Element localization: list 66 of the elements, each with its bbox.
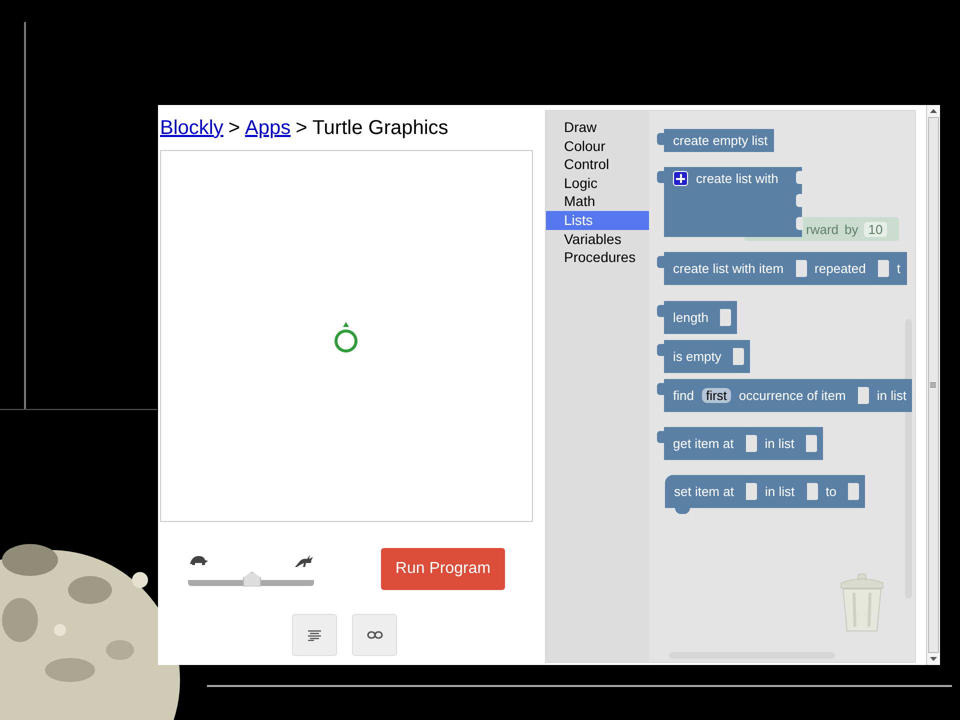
toolbox-category[interactable]: Control [546, 155, 649, 174]
connector-tab [675, 508, 690, 514]
block-label: set item at [674, 484, 734, 499]
block-label: rward [806, 222, 839, 236]
block-label: t [896, 261, 900, 276]
down-arrow-icon[interactable] [930, 657, 936, 661]
run-program-button[interactable]: Run Program [381, 548, 505, 590]
text-lines-icon [308, 630, 321, 640]
code-block[interactable]: set item at in list to [665, 475, 866, 514]
turtle-icon [332, 322, 358, 354]
up-arrow-icon[interactable] [930, 109, 936, 113]
turtle-icon [188, 554, 208, 566]
breadcrumb-separator: > [296, 117, 308, 140]
code-block[interactable]: create empty list [657, 129, 774, 152]
grip-icon [930, 382, 936, 388]
block-label: occurrence of item [738, 388, 846, 403]
block-label: create list with [696, 170, 778, 186]
block-label: by [844, 222, 858, 236]
connector-tab [657, 133, 664, 145]
dropdown-field[interactable]: first [702, 388, 731, 403]
connector-tab [657, 431, 664, 443]
code-block[interactable]: find first occurrence of item in list [657, 379, 912, 412]
block-label: in list [876, 388, 906, 403]
code-button[interactable] [292, 614, 337, 656]
block-label: repeated [814, 261, 866, 276]
code-block[interactable]: create list with item repeated t [657, 252, 906, 285]
plus-icon[interactable] [673, 170, 688, 186]
block-label: find [673, 388, 694, 403]
block-label: in list [764, 484, 795, 499]
input-socket [796, 217, 803, 230]
page-title: Turtle Graphics [312, 117, 448, 140]
scrollbar[interactable] [926, 105, 939, 665]
toolbox-category[interactable]: Draw [546, 118, 649, 137]
block-label: create list with item [673, 261, 784, 276]
code-block[interactable]: length [657, 301, 738, 334]
link-icon [366, 631, 382, 639]
connector-tab [657, 256, 664, 268]
toolbox-category[interactable]: Lists [546, 210, 649, 230]
toolbox-category[interactable]: Logic [546, 174, 649, 192]
code-block[interactable]: get item at in list [657, 427, 824, 460]
rabbit-icon [294, 554, 314, 568]
connector-tab [657, 171, 664, 183]
block-label: to [826, 484, 836, 499]
connector-tab [657, 383, 664, 395]
toolbox-category[interactable]: Variables [546, 230, 649, 248]
connector-tab [657, 344, 664, 356]
breadcrumb-link[interactable]: Blockly [160, 117, 224, 140]
breadcrumb-separator: > [228, 117, 240, 140]
input-socket [796, 171, 803, 184]
slider-thumb[interactable] [243, 572, 261, 586]
block-label: length [673, 310, 708, 325]
block-label: 10 [864, 222, 887, 236]
connector-tab [657, 305, 664, 317]
input-socket [796, 194, 803, 207]
block-label: get item at [673, 436, 734, 451]
toolbox-category[interactable]: Colour [546, 136, 649, 156]
block-label: is empty [673, 349, 722, 364]
link-button[interactable] [352, 614, 397, 656]
toolbox-category[interactable]: Math [546, 192, 649, 211]
block-label: in list [764, 436, 794, 451]
scrollbar[interactable] [905, 319, 912, 599]
code-block[interactable]: create list with [657, 167, 802, 237]
block-label: create empty list [673, 133, 768, 148]
toolbox-category[interactable]: Procedures [546, 248, 649, 267]
code-block[interactable]: is empty [657, 340, 750, 373]
breadcrumb-link[interactable]: Apps [245, 117, 291, 140]
